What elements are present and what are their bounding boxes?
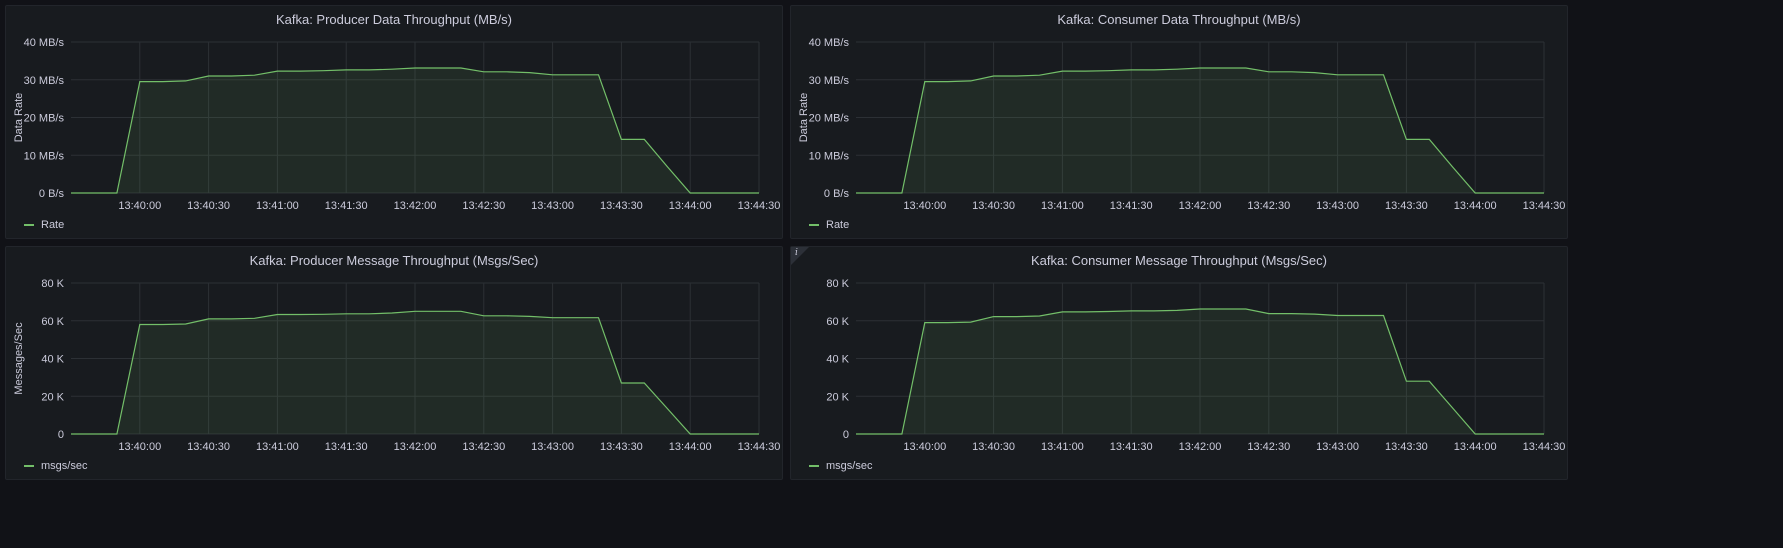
x-tick-label: 13:40:00 <box>903 441 946 453</box>
y-axis-label: Data Rate <box>798 93 810 143</box>
x-tick-label: 13:44:00 <box>669 441 712 453</box>
series-color-swatch <box>809 465 819 467</box>
y-axis-label: Messages/Sec <box>13 322 25 395</box>
x-tick-label: 13:42:00 <box>1179 441 1222 453</box>
x-tick-label: 13:44:30 <box>738 441 781 453</box>
x-tick-label: 13:42:30 <box>462 200 505 212</box>
x-tick-label: 13:41:30 <box>1110 441 1153 453</box>
y-tick-label: 20 MB/s <box>809 113 850 125</box>
producer-data-throughput-chart[interactable]: 0 B/s 10 MB/s 20 MB/s 30 MB/s 40 MB/s 13:40:0… <box>6 6 784 240</box>
y-tick-label: 20 K <box>826 391 849 403</box>
series-area-fill <box>71 311 759 434</box>
x-tick-label: 13:41:30 <box>325 441 368 453</box>
x-tick-label: 13:42:30 <box>1247 200 1290 212</box>
y-tick-label: 80 K <box>826 278 849 290</box>
consumer-data-throughput-chart[interactable]: 0 B/s 10 MB/s 20 MB/s 30 MB/s 40 MB/s 13:40:0… <box>791 6 1569 240</box>
y-tick-label: 40 MB/s <box>24 37 65 49</box>
x-tick-label: 13:41:30 <box>1110 200 1153 212</box>
producer-message-throughput-panel[interactable]: Kafka: Producer Message Throughput (Msgs… <box>5 246 783 480</box>
legend-item-msgs-sec[interactable]: msgs/sec <box>24 460 87 472</box>
series-color-swatch <box>24 224 34 226</box>
x-tick-label: 13:43:00 <box>531 200 574 212</box>
y-tick-label: 10 MB/s <box>24 150 65 162</box>
legend-label: Rate <box>826 219 850 231</box>
consumer-message-throughput-chart[interactable]: 0 20 K 40 K 60 K 80 K 13:40:00 13:40:30 13:41:0… <box>791 247 1569 481</box>
x-tick-label: 13:40:00 <box>903 200 946 212</box>
x-tick-label: 13:43:30 <box>1385 200 1428 212</box>
x-tick-label: 13:42:00 <box>1179 200 1222 212</box>
x-tick-label: 13:40:30 <box>187 441 230 453</box>
x-tick-label: 13:42:30 <box>1247 441 1290 453</box>
x-tick-label: 13:41:00 <box>256 441 299 453</box>
producer-message-throughput-chart[interactable]: 0 20 K 40 K 60 K 80 K 13:40:00 13:40:30 13:41:0… <box>6 247 784 481</box>
x-tick-label: 13:41:00 <box>1041 441 1084 453</box>
x-tick-label: 13:42:30 <box>462 441 505 453</box>
y-tick-label: 40 K <box>41 354 64 366</box>
y-tick-label: 10 MB/s <box>809 150 850 162</box>
legend-item-rate[interactable]: Rate <box>809 219 849 231</box>
series-color-swatch <box>24 465 34 467</box>
x-tick-label: 13:40:00 <box>118 441 161 453</box>
x-tick-label: 13:44:00 <box>669 200 712 212</box>
legend-label: msgs/sec <box>826 460 873 472</box>
x-tick-label: 13:41:30 <box>325 200 368 212</box>
y-tick-label: 60 K <box>826 316 849 328</box>
legend-label: Rate <box>41 219 65 231</box>
y-tick-label: 0 B/s <box>824 188 850 200</box>
y-tick-label: 30 MB/s <box>24 75 65 87</box>
x-tick-label: 13:43:00 <box>531 441 574 453</box>
series-color-swatch <box>809 224 819 226</box>
x-tick-label: 13:44:00 <box>1454 200 1497 212</box>
x-tick-label: 13:40:30 <box>972 200 1015 212</box>
consumer-data-throughput-panel[interactable]: Kafka: Consumer Data Throughput (MB/s) 0… <box>790 5 1568 239</box>
producer-data-throughput-panel[interactable]: Kafka: Producer Data Throughput (MB/s) 0… <box>5 5 783 239</box>
x-tick-label: 13:40:30 <box>187 200 230 212</box>
y-tick-label: 0 <box>843 429 849 441</box>
x-tick-label: 13:43:00 <box>1316 200 1359 212</box>
x-tick-label: 13:43:30 <box>600 200 643 212</box>
y-tick-label: 20 K <box>41 391 64 403</box>
x-tick-label: 13:40:30 <box>972 441 1015 453</box>
x-tick-label: 13:42:00 <box>394 200 437 212</box>
legend-item-rate[interactable]: Rate <box>24 219 64 231</box>
y-tick-label: 60 K <box>41 316 64 328</box>
x-tick-label: 13:43:30 <box>1385 441 1428 453</box>
x-tick-label: 13:43:30 <box>600 441 643 453</box>
y-tick-label: 80 K <box>41 278 64 290</box>
x-tick-label: 13:44:30 <box>738 200 781 212</box>
legend-label: msgs/sec <box>41 460 88 472</box>
y-tick-label: 30 MB/s <box>809 75 850 87</box>
x-tick-label: 13:42:00 <box>394 441 437 453</box>
y-axis-label: Data Rate <box>13 93 25 143</box>
x-tick-label: 13:44:30 <box>1523 441 1566 453</box>
series-area-fill <box>71 68 759 193</box>
x-tick-label: 13:43:00 <box>1316 441 1359 453</box>
y-tick-label: 0 <box>58 429 64 441</box>
x-tick-label: 13:44:30 <box>1523 200 1566 212</box>
x-tick-label: 13:40:00 <box>118 200 161 212</box>
y-tick-label: 40 K <box>826 354 849 366</box>
x-tick-label: 13:41:00 <box>1041 200 1084 212</box>
legend-item-msgs-sec[interactable]: msgs/sec <box>809 460 872 472</box>
x-tick-label: 13:41:00 <box>256 200 299 212</box>
x-tick-label: 13:44:00 <box>1454 441 1497 453</box>
series-area-fill <box>856 309 1544 434</box>
y-tick-label: 40 MB/s <box>809 37 850 49</box>
y-tick-label: 20 MB/s <box>24 113 65 125</box>
series-area-fill <box>856 68 1544 193</box>
y-tick-label: 0 B/s <box>39 188 65 200</box>
consumer-message-throughput-panel[interactable]: i Kafka: Consumer Message Throughput (Ms… <box>790 246 1568 480</box>
